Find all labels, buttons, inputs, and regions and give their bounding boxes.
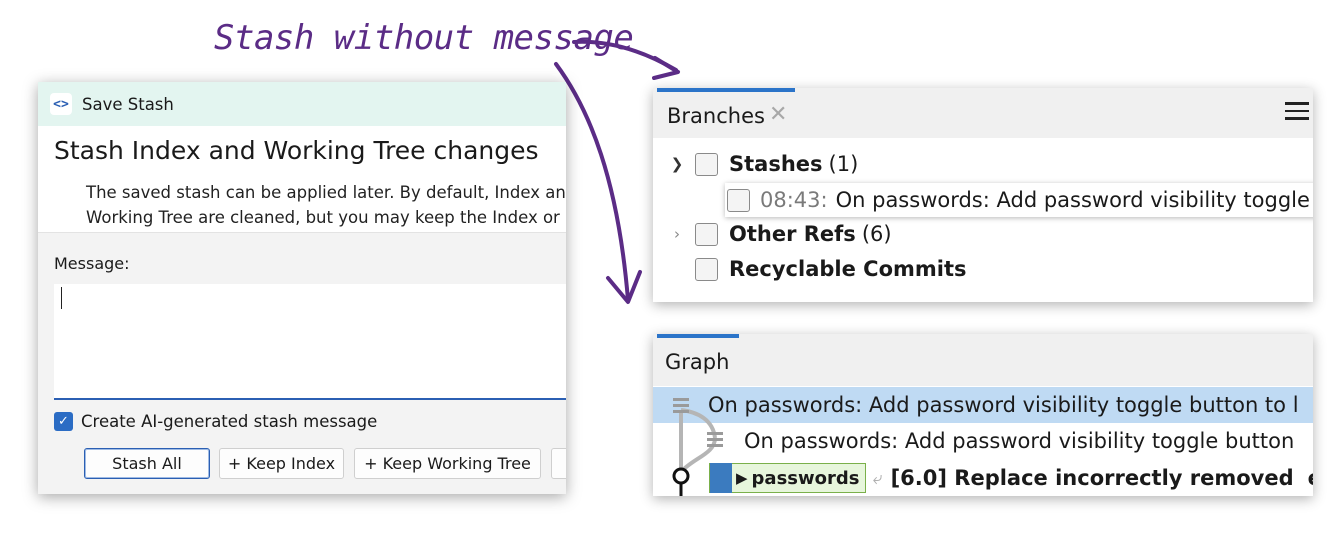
- commit-message-tail: er: [1308, 466, 1313, 490]
- commit-graph-lines: [672, 398, 723, 496]
- stash-time: 08:43:: [760, 188, 828, 212]
- close-icon[interactable]: ✕: [769, 102, 787, 127]
- tab-accent: [657, 334, 739, 338]
- chevron-right-icon[interactable]: ›: [667, 225, 687, 243]
- tree-checkbox[interactable]: [695, 222, 718, 246]
- branch-name: passwords: [751, 467, 860, 489]
- app-icon: <>: [50, 93, 72, 115]
- tree-item-stashes[interactable]: ❯ Stashes (1): [667, 152, 859, 176]
- commit-message: On passwords: Add password visibility to…: [744, 429, 1295, 453]
- tree-item-other-refs[interactable]: › Other Refs (6): [667, 222, 892, 246]
- stash-all-button[interactable]: Stash All: [84, 448, 210, 479]
- chevron-down-icon[interactable]: ❯: [667, 155, 687, 173]
- tree-checkbox[interactable]: [727, 188, 750, 212]
- graph-row-stash[interactable]: On passwords: Add password visibility to…: [653, 387, 1313, 423]
- ai-message-checkbox[interactable]: ✓: [54, 412, 73, 431]
- menu-icon[interactable]: [1285, 102, 1309, 122]
- graph-row-branch-head[interactable]: ▶ passwords ⤶ [6.0] Replace incorrectly …: [653, 460, 1313, 496]
- message-label: Message:: [54, 254, 130, 273]
- tree-item-label: Stashes: [729, 152, 823, 176]
- dialog-heading: Stash Index and Working Tree changes: [54, 136, 539, 165]
- tree-checkbox[interactable]: [695, 257, 718, 281]
- text-caret: [61, 287, 62, 309]
- tree-item-count: (1): [828, 152, 859, 176]
- ai-message-checkbox-label: Create AI-generated stash message: [81, 412, 378, 431]
- tab-branches[interactable]: Branches: [667, 104, 765, 128]
- annotation-caption: Stash without message: [214, 18, 634, 58]
- branches-header: Branches ✕: [653, 88, 1313, 138]
- commit-message: [6.0] Replace incorrectly removed: [890, 466, 1294, 490]
- dialog-title: Save Stash: [82, 94, 174, 114]
- keep-working-tree-button[interactable]: + Keep Working Tree: [354, 448, 541, 479]
- tree-item-label: Recyclable Commits: [729, 257, 967, 281]
- commit-message: On passwords: Add password visibility to…: [708, 393, 1299, 417]
- description-line-1: The saved stash can be applied later. By…: [86, 183, 566, 202]
- tab-accent: [657, 88, 795, 92]
- tree-item-stash-entry[interactable]: 08:43: On passwords: Add password visibi…: [725, 183, 1313, 217]
- dialog-description: The saved stash can be applied later. By…: [86, 180, 566, 230]
- ai-message-checkbox-row[interactable]: ✓ Create AI-generated stash message: [54, 412, 377, 431]
- tab-graph[interactable]: Graph: [665, 350, 729, 374]
- cancel-button-partial[interactable]: [551, 448, 566, 479]
- branches-panel: Branches ✕ ❯ Stashes (1) 08:43: On passw…: [653, 88, 1313, 302]
- graph-row-stash-index[interactable]: On passwords: Add password visibility to…: [653, 423, 1313, 459]
- message-input[interactable]: [54, 284, 566, 400]
- tag-icon: ⤶: [872, 467, 883, 489]
- save-stash-dialog: <> Save Stash Stash Index and Working Tr…: [38, 82, 566, 494]
- tree-checkbox[interactable]: [695, 152, 718, 176]
- graph-panel: Graph On passwords: Add password visibil…: [653, 334, 1313, 496]
- description-line-2: Working Tree are cleaned, but you may ke…: [86, 208, 560, 227]
- tree-item-recyclable-commits[interactable]: Recyclable Commits: [695, 257, 967, 281]
- tree-item-label: Other Refs: [729, 222, 856, 246]
- keep-index-button[interactable]: + Keep Index: [219, 448, 344, 479]
- dialog-titlebar: <> Save Stash: [38, 82, 566, 126]
- graph-header: Graph: [653, 334, 1313, 386]
- tree-item-count: (6): [861, 222, 892, 246]
- stash-message: On passwords: Add password visibility to…: [835, 188, 1310, 212]
